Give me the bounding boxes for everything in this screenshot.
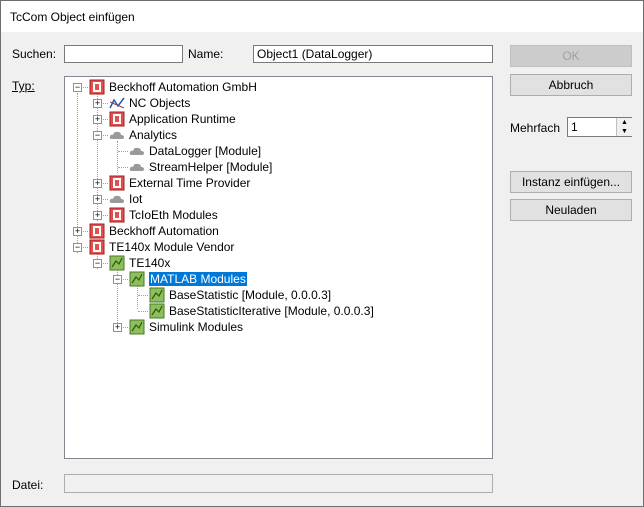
tree-item-label[interactable]: External Time Provider — [129, 176, 250, 190]
expand-icon[interactable]: + — [113, 323, 122, 332]
matlab-module-icon — [149, 287, 165, 303]
collapse-icon[interactable]: − — [93, 131, 102, 140]
name-input[interactable]: Object1 (DataLogger) — [253, 45, 493, 63]
tree-item-label[interactable]: TE140x — [129, 256, 170, 270]
tree-item-label[interactable]: Simulink Modules — [149, 320, 243, 334]
tree-item-label[interactable]: NC Objects — [129, 96, 190, 110]
reload-button[interactable]: Neuladen — [510, 199, 632, 221]
cancel-button[interactable]: Abbruch — [510, 74, 632, 96]
beckhoff-icon — [89, 79, 105, 95]
cloud-icon — [129, 143, 145, 159]
matlab-module-icon — [129, 271, 145, 287]
tree-item-label[interactable]: Beckhoff Automation — [109, 224, 219, 238]
tree-item-label[interactable]: TcIoEth Modules — [129, 208, 218, 222]
tree-item-label[interactable]: MATLAB Modules — [148, 271, 248, 287]
type-tree[interactable]: − Beckhoff Automation GmbH + NC Objects + App… — [64, 76, 493, 459]
multiple-label: Mehrfach — [510, 121, 561, 135]
name-label: Name: — [188, 47, 224, 61]
beckhoff-icon — [109, 175, 125, 191]
beckhoff-icon — [109, 111, 125, 127]
matlab-module-icon — [129, 319, 145, 335]
tree-connector — [138, 311, 148, 312]
tree-connector — [138, 295, 148, 296]
expand-icon[interactable]: + — [73, 227, 82, 236]
ok-button[interactable]: OK — [510, 45, 632, 67]
tree-item-label[interactable]: BaseStatistic [Module, 0.0.0.3] — [169, 288, 331, 302]
expand-icon[interactable]: + — [93, 99, 102, 108]
tree-item-label[interactable]: Iot — [129, 192, 142, 206]
search-input[interactable] — [64, 45, 183, 63]
multiple-spinner[interactable]: 1 ▲ ▼ — [567, 117, 632, 137]
expand-icon[interactable]: + — [93, 211, 102, 220]
expand-icon[interactable]: + — [93, 195, 102, 204]
type-label: Typ: — [12, 79, 35, 93]
tree-connector — [137, 285, 138, 309]
cloud-icon — [129, 159, 145, 175]
expand-icon[interactable]: + — [93, 179, 102, 188]
cloud-icon — [109, 191, 125, 207]
tree-connector — [117, 141, 118, 173]
beckhoff-icon — [89, 239, 105, 255]
beckhoff-icon — [89, 223, 105, 239]
tree-item-label[interactable]: Beckhoff Automation GmbH — [109, 80, 257, 94]
search-label: Suchen: — [12, 47, 57, 61]
beckhoff-icon — [109, 207, 125, 223]
tree-item-label[interactable]: Analytics — [129, 128, 177, 142]
file-field — [64, 474, 493, 493]
tree-item-label[interactable]: BaseStatisticIterative [Module, 0.0.0.3] — [169, 304, 374, 318]
matlab-module-icon — [109, 255, 125, 271]
spin-down-icon[interactable]: ▼ — [616, 127, 632, 136]
tree-item-label[interactable]: TE140x Module Vendor — [109, 240, 234, 254]
multiple-value[interactable]: 1 — [571, 120, 578, 134]
expand-icon[interactable]: + — [93, 115, 102, 124]
window-title: TcCom Object einfügen — [10, 10, 135, 24]
file-label: Datei: — [12, 478, 44, 492]
tree-item-label[interactable]: DataLogger [Module] — [149, 144, 261, 158]
insert-instance-button[interactable]: Instanz einfügen... — [510, 171, 632, 193]
collapse-icon[interactable]: − — [73, 243, 82, 252]
title-bar[interactable]: TcCom Object einfügen — [1, 1, 643, 32]
cloud-icon — [109, 127, 125, 143]
tree-item-label[interactable]: StreamHelper [Module] — [149, 160, 272, 174]
nc-icon — [109, 95, 125, 111]
dialog-window: TcCom Object einfügen Suchen: Name: Obje… — [0, 0, 644, 507]
collapse-icon[interactable]: − — [113, 275, 122, 284]
matlab-module-icon — [149, 303, 165, 319]
tree-item-label[interactable]: Application Runtime — [129, 112, 236, 126]
tree-connector — [118, 151, 128, 152]
collapse-icon[interactable]: − — [93, 259, 102, 268]
collapse-icon[interactable]: − — [73, 83, 82, 92]
spin-up-icon[interactable]: ▲ — [616, 118, 632, 127]
tree-connector — [118, 167, 128, 168]
